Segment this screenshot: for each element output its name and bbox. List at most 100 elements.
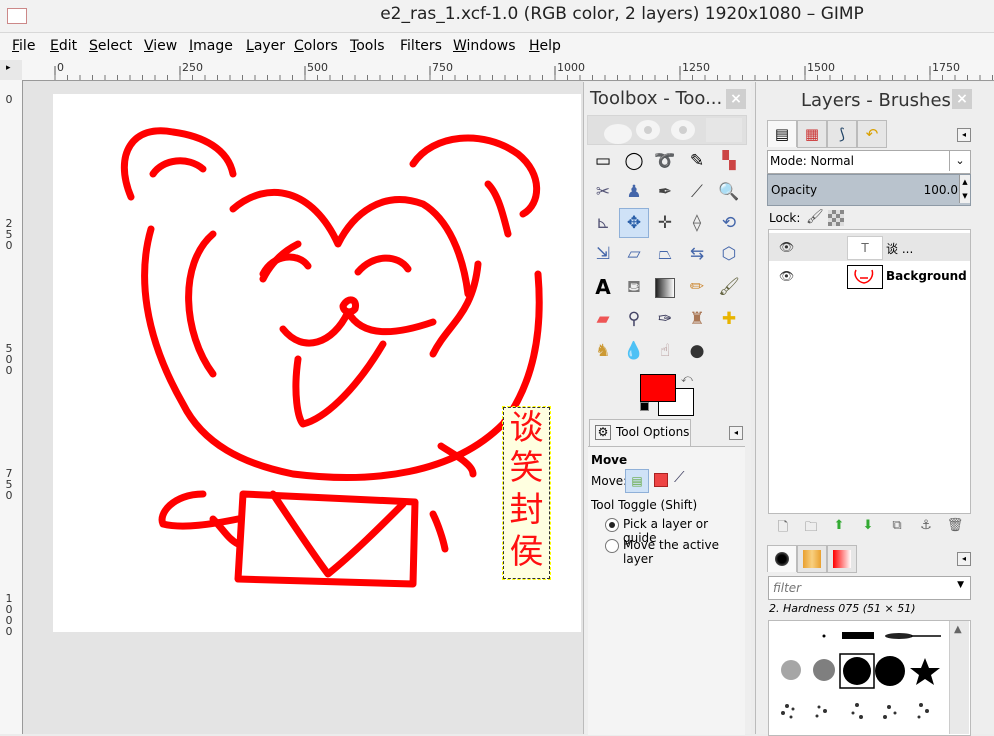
- zoom-icon[interactable]: 🔍: [715, 178, 743, 206]
- default-colors-icon[interactable]: [640, 402, 649, 411]
- tab-undo-history-icon[interactable]: ↶: [857, 120, 887, 148]
- menu-image[interactable]: Image: [189, 38, 233, 54]
- tab-brushes-icon[interactable]: [767, 545, 797, 572]
- brush-filter-input[interactable]: [771, 579, 945, 597]
- crop-icon[interactable]: ⟠: [683, 209, 711, 237]
- text-char: 封: [509, 490, 544, 530]
- move-active-layer-label[interactable]: Move the active layer: [623, 538, 745, 566]
- brush-filter-combo[interactable]: ▼: [768, 576, 971, 600]
- delete-layer-icon[interactable]: 🗑: [945, 518, 965, 533]
- menu-file[interactable]: File: [12, 38, 35, 54]
- menu-view[interactable]: View: [144, 38, 177, 54]
- menu-tools[interactable]: Tools: [350, 38, 385, 54]
- airbrush-icon[interactable]: ⚲: [620, 305, 648, 333]
- layer-mode-dropdown[interactable]: Mode: Normal ⌄: [767, 150, 971, 174]
- tab-menu-icon[interactable]: ◂: [729, 426, 743, 440]
- color-picker-icon[interactable]: ⟋: [683, 178, 711, 206]
- move-icon[interactable]: ✥: [619, 208, 649, 238]
- menu-windows[interactable]: Windows: [453, 38, 516, 54]
- menu-edit[interactable]: Edit: [50, 38, 77, 54]
- align-icon[interactable]: ✛: [651, 209, 679, 237]
- quick-mask-corner-button[interactable]: ▸: [0, 60, 23, 81]
- duplicate-layer-icon[interactable]: ⧉: [887, 518, 907, 533]
- vertical-ruler[interactable]: 0 250 500 750 1000: [0, 80, 23, 734]
- close-icon[interactable]: ×: [952, 89, 972, 109]
- ellipse-select-icon[interactable]: ◯: [620, 147, 648, 175]
- move-selection-mode-icon[interactable]: [654, 473, 668, 487]
- bucket-fill-icon[interactable]: ⛾: [620, 273, 648, 301]
- horizontal-ruler[interactable]: 0 250 500 750 1000 1250 1500 1750: [22, 60, 994, 81]
- measure-icon[interactable]: ⊾: [589, 209, 617, 237]
- perspective-clone-icon[interactable]: ♞: [589, 337, 617, 365]
- tab-menu-icon[interactable]: ◂: [957, 128, 971, 142]
- rotate-icon[interactable]: ⟲: [715, 209, 743, 237]
- wilber-drop-area[interactable]: [587, 115, 747, 145]
- tab-gradients-icon[interactable]: [827, 545, 857, 573]
- pick-layer-radio[interactable]: [605, 518, 619, 532]
- dodge-burn-icon[interactable]: ●: [683, 337, 711, 365]
- lock-pixels-icon[interactable]: 🖌: [806, 209, 824, 225]
- select-by-color-icon[interactable]: ▚: [715, 147, 743, 175]
- brush-scrollbar[interactable]: ▲: [949, 621, 969, 734]
- opacity-slider[interactable]: Opacity 100.0 ▲ ▼: [767, 174, 971, 206]
- eye-icon[interactable]: 👁: [779, 240, 794, 254]
- tab-paths-icon[interactable]: ⟆: [827, 120, 857, 148]
- hruler-label: 500: [307, 61, 328, 74]
- blend-icon[interactable]: [651, 273, 679, 301]
- paths-icon[interactable]: ✒: [651, 178, 679, 206]
- menu-bar: File Edit Select View Image Layer Colors…: [0, 33, 994, 60]
- foreground-select-icon[interactable]: ♟: [620, 178, 648, 206]
- anchor-layer-icon[interactable]: ⚓: [916, 518, 936, 533]
- menu-colors[interactable]: Colors: [294, 38, 338, 54]
- paintbrush-icon[interactable]: 🖌: [715, 273, 743, 301]
- move-active-layer-radio[interactable]: [605, 539, 619, 553]
- scroll-up-icon[interactable]: ▲: [954, 624, 962, 635]
- free-select-icon[interactable]: ➰: [651, 147, 679, 175]
- clone-icon[interactable]: ♜: [683, 305, 711, 333]
- image-canvas[interactable]: [53, 94, 581, 632]
- new-layer-group-icon[interactable]: 🗀: [801, 518, 821, 540]
- smudge-icon[interactable]: ☝: [651, 337, 679, 365]
- layer-row-background[interactable]: 👁 Background: [769, 262, 970, 290]
- pencil-icon[interactable]: ✏: [683, 273, 711, 301]
- scale-icon[interactable]: ⇲: [589, 240, 617, 268]
- tab-tool-options[interactable]: ⚙ Tool Options: [589, 419, 691, 446]
- eraser-icon[interactable]: ▰: [589, 305, 617, 333]
- brush-grid[interactable]: [768, 620, 971, 736]
- text-tool-icon[interactable]: A: [589, 273, 617, 301]
- menu-filters[interactable]: Filters: [400, 38, 442, 54]
- raise-layer-icon[interactable]: ⬆: [829, 518, 849, 533]
- cage-transform-icon[interactable]: ⬡: [715, 240, 743, 268]
- menu-select[interactable]: Select: [89, 38, 132, 54]
- fuzzy-select-icon[interactable]: ✎: [683, 147, 711, 175]
- shear-icon[interactable]: ▱: [620, 240, 648, 268]
- layer-row-text[interactable]: 👁 T 谈 ...: [769, 233, 970, 261]
- close-icon[interactable]: ×: [726, 89, 746, 109]
- text-layer-box[interactable]: 谈 笑 封 侯: [502, 406, 551, 580]
- dropdown-arrow-icon[interactable]: ▼: [957, 580, 964, 590]
- tab-channels-icon[interactable]: ▦: [797, 120, 827, 148]
- opacity-spin-icon[interactable]: ▲ ▼: [959, 175, 970, 203]
- tab-layers-icon[interactable]: ▤: [767, 120, 797, 147]
- foreground-color-swatch[interactable]: [640, 374, 676, 402]
- lower-layer-icon[interactable]: ⬇: [858, 518, 878, 533]
- scissors-icon[interactable]: ✂: [589, 178, 617, 206]
- new-layer-icon[interactable]: 🗋: [773, 518, 793, 540]
- move-layer-mode-icon[interactable]: ▤: [625, 469, 649, 493]
- swap-colors-icon[interactable]: ⤺: [681, 372, 693, 386]
- tab-patterns-icon[interactable]: [797, 545, 827, 573]
- eye-icon[interactable]: 👁: [779, 269, 794, 283]
- layer-name: Background: [886, 269, 967, 283]
- menu-help[interactable]: Help: [529, 38, 561, 54]
- tab-menu-icon[interactable]: ◂: [957, 552, 971, 566]
- lock-alpha-icon[interactable]: [828, 210, 844, 226]
- flip-icon[interactable]: ⇆: [683, 240, 711, 268]
- rect-select-icon[interactable]: ▭: [589, 147, 617, 175]
- menu-layer[interactable]: Layer: [246, 38, 285, 54]
- blur-icon[interactable]: 💧: [620, 337, 648, 365]
- move-path-mode-icon[interactable]: ⟋: [674, 468, 685, 486]
- perspective-icon[interactable]: ⏢: [651, 240, 679, 268]
- heal-icon[interactable]: ✚: [715, 305, 743, 333]
- vruler-label: 0: [5, 93, 13, 106]
- ink-icon[interactable]: ✑: [651, 305, 679, 333]
